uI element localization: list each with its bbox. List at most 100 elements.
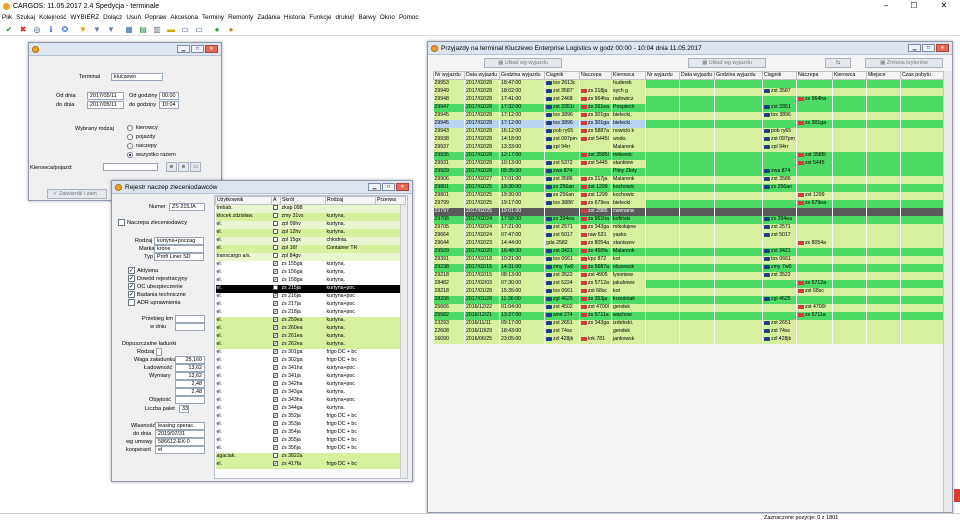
table-row[interactable]: el. ✓ zs 158ga kurtyna. (215, 276, 406, 285)
arrivals-column-header[interactable]: Nr wyjazdu (645, 71, 680, 80)
table-row[interactable]: transcargo a/s. zpl 84gv (215, 252, 406, 261)
help-button[interactable]: ● (211, 24, 223, 35)
table-row[interactable]: el. ✓ zs 259ea kurtyna. (215, 316, 406, 325)
table-row[interactable]: 29945 2017/02/28 17:12:00 tos 3896 zs 301ga b… (433, 111, 945, 120)
binoculars-button[interactable]: ◎ (31, 24, 43, 35)
radio-kierowcy[interactable] (127, 125, 133, 131)
row-active-checkbox[interactable]: ✓ (272, 357, 278, 363)
zmiana-kryteriow-button[interactable]: ▦ Zmiana kryteriów (865, 58, 943, 68)
table-row[interactable]: 23293 2016/11/11 09:17:00 zst 2651 zs 343ga i… (433, 319, 945, 328)
menu-akcesoria[interactable]: Akcesoria (170, 14, 198, 21)
row-active-checkbox[interactable]: ✓ (272, 317, 278, 323)
monitor-button[interactable]: ▭ (179, 24, 191, 35)
kooperant-input[interactable]: el (155, 446, 205, 454)
terminal-input[interactable]: kluczewo (111, 73, 163, 81)
table-row[interactable]: el. ✓ zs 355ja frigo DC + bc (215, 436, 406, 445)
row-active-checkbox[interactable]: ✓ (272, 461, 278, 467)
marka-input[interactable]: krone (154, 245, 204, 253)
radio-naczepy[interactable] (127, 143, 133, 149)
rodzaj2-input[interactable] (156, 348, 162, 356)
arrivals-column-header[interactable]: Godzina wyjazdu (714, 71, 763, 80)
naczepa-zleceniodawcy-checkbox[interactable] (118, 219, 125, 226)
row-active-checkbox[interactable]: ✓ (272, 365, 278, 371)
row-active-checkbox[interactable]: ✓ (272, 389, 278, 395)
table-row[interactable]: agaciak. zs 3822a (215, 452, 406, 461)
table-row[interactable]: el. ✓ zs 417fa frigo DC + bc (215, 460, 406, 469)
menu-okno[interactable]: Okno (380, 14, 395, 21)
register-minimize-button[interactable]: ▁ (368, 183, 381, 191)
menu-plik[interactable]: Plik (2, 14, 12, 21)
check-adr-uprawnienia[interactable] (128, 299, 135, 306)
od-godziny-input[interactable]: 00:00 (159, 92, 179, 100)
row-active-checkbox[interactable]: ✓ (272, 405, 278, 411)
wymiar-dlugosc-input[interactable]: 13,62 (175, 372, 205, 380)
table-row[interactable]: 29391 2017/02/18 10:21:00 tos 0661 kpz 872 ko… (433, 255, 945, 264)
table-row[interactable]: klocek zdzisław. zmy 31vs kurtyna. (215, 212, 406, 221)
table-row[interactable]: el. ✓ zs 215ja kurtyna+poc (215, 284, 406, 293)
row-active-checkbox[interactable] (272, 221, 278, 227)
check-oc-ubezpieczenie[interactable]: ✓ (128, 283, 135, 290)
register-column-header[interactable]: A (271, 196, 281, 205)
radio-wszystko-razem[interactable] (127, 152, 133, 158)
row-active-checkbox[interactable]: ✓ (272, 309, 278, 315)
w-dniu-input[interactable] (175, 323, 205, 331)
table-row[interactable]: el. ✓ zs 352ja frigo DC + bc (215, 412, 406, 421)
minimize-button[interactable]: – (872, 0, 900, 12)
reload-button[interactable]: ⇆ (825, 58, 851, 68)
filter-close-button[interactable]: ✕ (205, 45, 218, 53)
menu-drukuj-[interactable]: drukuj! (335, 14, 354, 21)
chart-button[interactable]: ▥ (151, 24, 163, 35)
table-row[interactable]: el. ✓ zs 344ga kurtyna. (215, 404, 406, 413)
kierowca-input[interactable] (103, 163, 158, 171)
row-active-checkbox[interactable]: ✓ (272, 261, 278, 267)
table-row[interactable]: 25582 2016/12/21 13:37:00 wnd 274 zs 5711a wa… (433, 311, 945, 320)
row-active-checkbox[interactable]: ✓ (272, 285, 278, 291)
arrivals-column-header[interactable]: Czas pobytu (899, 71, 945, 80)
monitor2-button[interactable]: ▭ (193, 24, 205, 35)
table-row[interactable]: el. ✓ zs 343ha kurtyna+poc (215, 396, 406, 405)
table-row[interactable]: 29948 2017/02/28 17:41:00 zst 2468 zs 964ha r… (433, 95, 945, 104)
table-row[interactable]: el. ✓ zs 356ja frigo DC + bc (215, 444, 406, 453)
register-column-header[interactable]: Przerwa (375, 196, 406, 205)
table-row[interactable]: 16090 2016/06/25 23:05:00 zzl 428jk krk 781 j… (433, 335, 945, 344)
row-active-checkbox[interactable] (272, 253, 278, 259)
menu-do-cz[interactable]: Dołącz (103, 14, 122, 21)
table-row[interactable]: el. zpl 12hv kurtyna. (215, 228, 406, 237)
menu-kolejno-[interactable]: Kolejność (39, 14, 66, 21)
table-row[interactable]: el. ✓ zs 156ga kurtyna. (215, 268, 406, 277)
wlasnosc-input[interactable]: leasing operac. (155, 422, 205, 430)
table-row[interactable]: 29935 2017/02/28 12:17:00 zst 3585l mikiewic… (433, 151, 945, 160)
menu-remonty[interactable]: Remonty (228, 14, 253, 21)
radio-pojazdy[interactable] (127, 134, 133, 140)
table-row[interactable]: 28482 2017/02/03 07:30:00 zst 5224 zs 5712a j… (433, 279, 945, 288)
arrivals-scrollbar[interactable] (943, 71, 952, 512)
table-row[interactable]: el. ✓ zs 341ja kurtyna+poc (215, 372, 406, 381)
table-row[interactable]: el. zpl 09hv kurtyna. (215, 220, 406, 229)
table-row[interactable]: trebab. zkap 098 (215, 204, 406, 213)
bomb-button[interactable]: ● (225, 24, 237, 35)
table-button[interactable]: ▦ (123, 24, 135, 35)
table-row[interactable]: 29706 2017/02/24 17:58:00 zs 394ea zs 961ha k… (433, 215, 945, 224)
refresh-button[interactable]: ❂ (59, 24, 71, 35)
table-row[interactable]: el. ✓ zs 261ea kurtyna. (215, 332, 406, 341)
table-row[interactable]: el. ✓ zs 155ga kurtyna. (215, 260, 406, 269)
register-column-header[interactable]: Skrót (280, 196, 326, 205)
typ-input[interactable]: Profi Liner SD (154, 253, 204, 261)
row-active-checkbox[interactable] (272, 453, 278, 459)
wg-umowy-input[interactable]: 586612-EX-0 (155, 438, 205, 446)
row-active-checkbox[interactable]: ✓ (272, 421, 278, 427)
row-active-checkbox[interactable]: ✓ (272, 413, 278, 419)
table-row[interactable]: el. zpl 15gx chłodnia. (215, 236, 406, 245)
menu-wybierz[interactable]: WYBIERZ (70, 14, 99, 21)
table-row[interactable]: 28218 2017/01/28 15:35:00 tos 0661 zst 68sc k… (433, 287, 945, 296)
register-scrollbar[interactable] (400, 205, 407, 478)
row-active-checkbox[interactable]: ✓ (272, 333, 278, 339)
excel-button[interactable]: ▤ (137, 24, 149, 35)
row-active-checkbox[interactable] (272, 205, 278, 211)
table-row[interactable]: el. ✓ zs 262ea kurtyna. (215, 340, 406, 349)
menu-usu-[interactable]: Usuń (126, 14, 141, 21)
przebieg-input[interactable] (175, 315, 205, 323)
wymiar-szerokosc-input[interactable]: 2,48 (175, 380, 205, 388)
arrivals-column-header[interactable]: Naczepa (795, 71, 833, 80)
waga-input[interactable]: 25,160 (175, 356, 205, 364)
